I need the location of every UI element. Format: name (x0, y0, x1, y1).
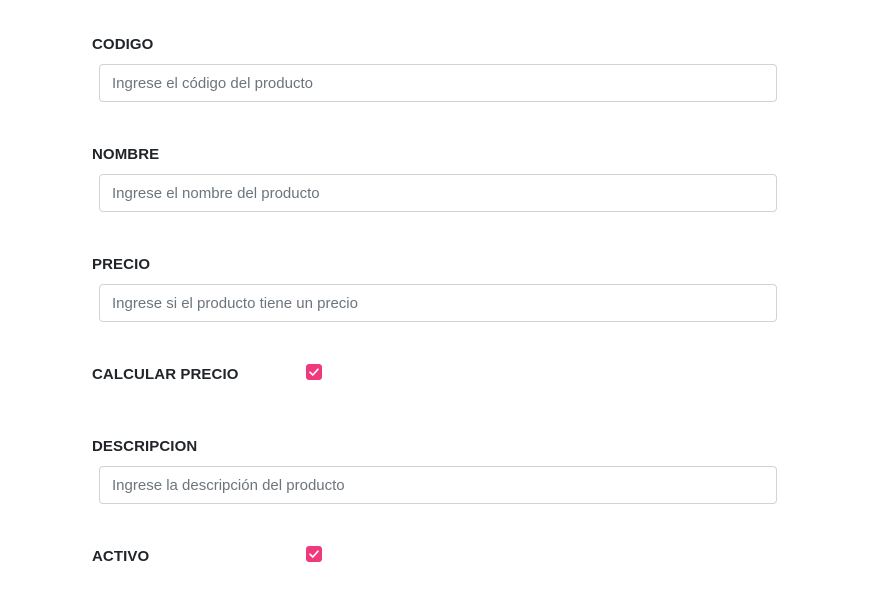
codigo-label: CODIGO (92, 36, 154, 53)
descripcion-input[interactable] (99, 466, 777, 504)
activo-checkbox[interactable] (306, 546, 322, 562)
codigo-input[interactable] (99, 64, 777, 102)
activo-label: ACTIVO (92, 548, 150, 565)
precio-input[interactable] (99, 284, 777, 322)
precio-label: PRECIO (92, 256, 151, 273)
product-form: CODIGO NOMBRE PRECIO CALCULAR PRECIO DES… (0, 0, 889, 592)
calcular-precio-label: CALCULAR PRECIO (92, 366, 239, 383)
check-icon (309, 550, 319, 558)
nombre-input[interactable] (99, 174, 777, 212)
check-icon (309, 368, 319, 376)
descripcion-label: DESCRIPCION (92, 438, 198, 455)
calcular-precio-checkbox[interactable] (306, 364, 322, 380)
nombre-label: NOMBRE (92, 146, 160, 163)
